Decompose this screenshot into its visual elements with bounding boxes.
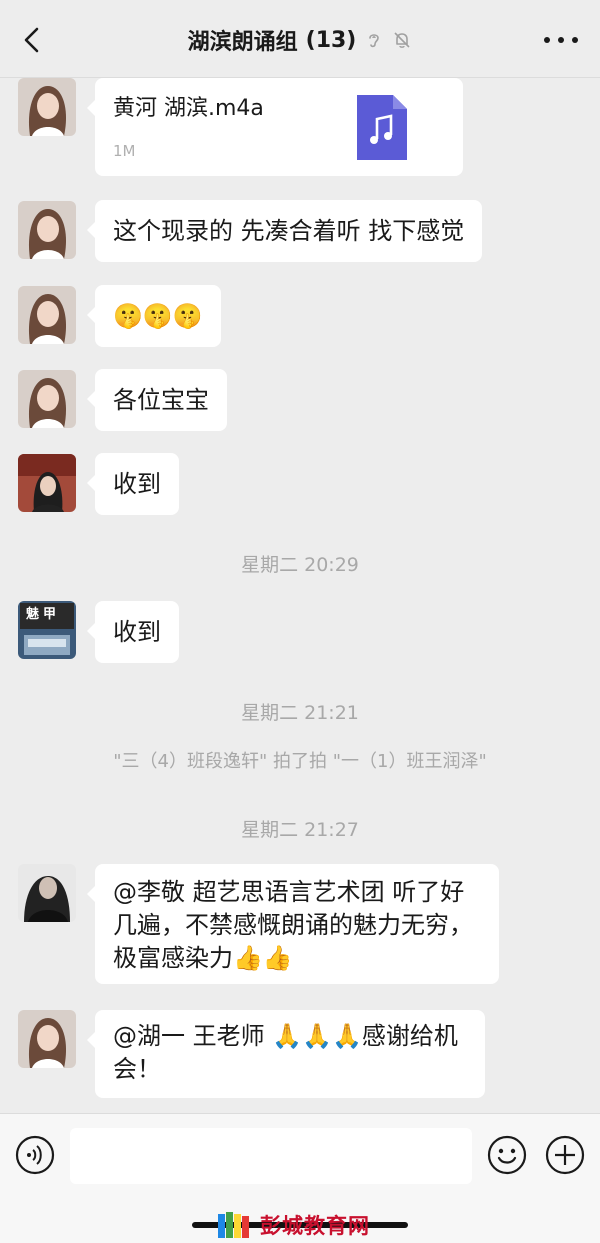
group-title: 湖滨朗诵组 [187,30,298,55]
message-input[interactable] [70,1128,472,1184]
emoji-button[interactable] [486,1134,528,1176]
voice-icon [15,1135,55,1175]
timestamp: 星期二 21:21 [241,702,359,724]
chat-header: 湖滨朗诵组 (13) [0,0,600,78]
watermark: 彭城教育网 [192,1210,408,1240]
avatar[interactable]: 魅甲 [18,601,76,659]
text-message[interactable]: 各位宝宝 [87,369,227,431]
emoji-message[interactable]: 🤫🤫🤫 [87,285,221,347]
plus-icon [545,1135,585,1175]
avatar[interactable] [18,286,76,344]
text-message[interactable]: @李敬 超艺思语言艺术团 听了好几遍，不禁感慨朗诵的魅力无穷，极富感染力👍👍 [87,864,499,984]
mute-bell-icon [392,30,412,50]
chat-title-area[interactable]: 湖滨朗诵组 (13) [0,24,600,56]
text-message[interactable]: 收到 [87,453,179,515]
more-button[interactable] [544,32,578,48]
avatar[interactable] [18,201,76,259]
plus-button[interactable] [544,1134,586,1176]
watermark-text: 彭城教育网 [260,1214,370,1238]
avatar[interactable] [18,78,76,136]
file-message[interactable]: 黄河 湖滨.m4a 1M [87,78,463,176]
pat-notice: "三（4）班段逸轩" 拍了拍 "一（1）班王润泽" [113,751,487,772]
music-note-icon [357,95,407,160]
avatar[interactable] [18,454,76,512]
avatar[interactable] [18,370,76,428]
more-icon [544,37,550,43]
input-bar: 彭城教育网 [0,1113,600,1243]
text-message[interactable]: 收到 [87,601,179,663]
voice-button[interactable] [14,1134,56,1176]
timestamp: 星期二 21:27 [241,819,359,841]
ear-icon [364,30,384,50]
text-message[interactable]: 这个现录的 先凑合着听 找下感觉 [86,200,483,262]
timestamp: 星期二 20:29 [241,554,359,576]
avatar[interactable] [18,864,76,922]
avatar-sign-text: 魅甲 [26,607,61,622]
emoji-icon [487,1135,527,1175]
avatar[interactable] [18,1010,76,1068]
book-logo-icon [218,1212,249,1238]
member-count: (13) [305,27,357,53]
text-message[interactable]: @湖一 王老师 🙏🙏🙏感谢给机会！ [87,1010,485,1098]
